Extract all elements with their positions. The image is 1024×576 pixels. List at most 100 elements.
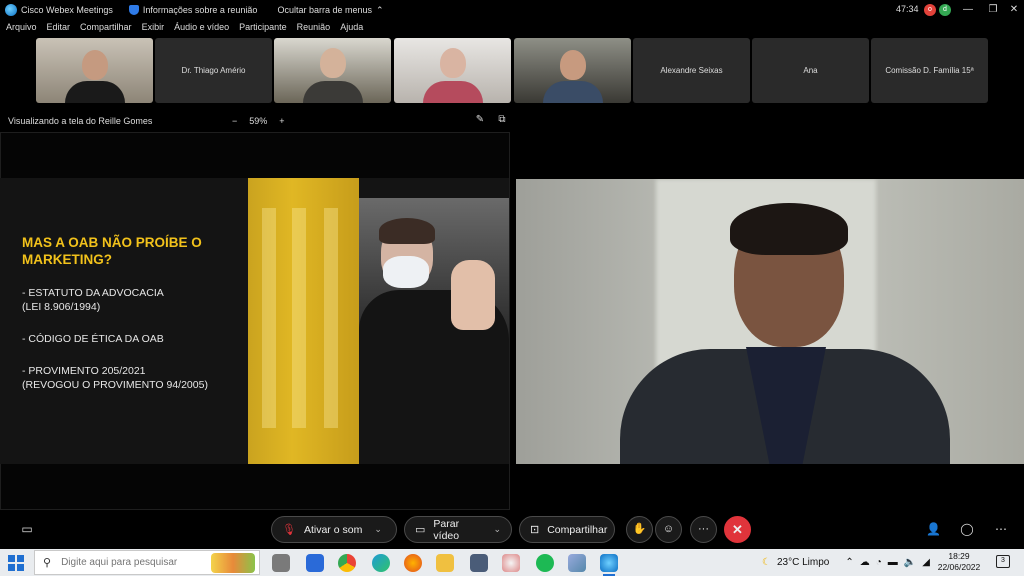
status-badge-d[interactable]: d <box>939 4 951 16</box>
chat-icon[interactable]: ◯ <box>960 522 974 536</box>
participant-name: Alexandre Seixas <box>660 66 723 75</box>
windows-start-icon[interactable] <box>8 555 24 571</box>
battery-icon[interactable]: ▬ <box>888 557 898 568</box>
participant-name: Ana <box>803 66 818 75</box>
chevron-up-icon[interactable]: ⌃ <box>845 557 853 568</box>
settings-app-icon[interactable] <box>272 554 290 572</box>
leave-meeting-button[interactable]: ✕ <box>724 516 751 543</box>
search-highlight-image <box>211 553 255 573</box>
sharing-label: Visualizando a tela do Reille Gomes <box>8 116 153 126</box>
participant-video <box>439 48 466 78</box>
participant-video <box>559 50 586 80</box>
webex-logo-icon <box>5 4 17 16</box>
hide-menu-label: Ocultar barra de menus <box>277 5 372 15</box>
zoom-level: 59% <box>249 116 268 126</box>
participant-tile-8[interactable]: Comissão D. Família 15ª <box>871 38 988 103</box>
network-icon[interactable]: ◢ <box>922 557 930 568</box>
cortana-app-icon[interactable] <box>306 554 324 572</box>
participant-name: Comissão D. Família 15ª <box>885 66 974 75</box>
more-options-button[interactable]: ··· <box>690 516 717 543</box>
stop-hand-image <box>451 260 495 330</box>
share-screen-icon: ⊡ <box>530 524 540 536</box>
calculator-app-icon[interactable] <box>470 554 488 572</box>
zoom-in-button[interactable]: + <box>279 116 284 126</box>
more-icon[interactable]: ⋯ <box>994 522 1008 536</box>
participant-tile-4[interactable] <box>394 38 511 103</box>
active-speaker-video[interactable] <box>516 179 1024 464</box>
slide-bullet-1: - ESTATUTO DA ADVOCACIA (LEI 8.906/1994) <box>22 287 164 313</box>
participant-tile-3[interactable] <box>274 38 391 103</box>
slide-title: MAS A OAB NÃO PROÍBE O MARKETING? <box>22 235 202 267</box>
chevron-down-icon[interactable]: ⌄ <box>374 524 382 535</box>
slide-bullet-3: - PROVIMENTO 205/2021 (REVOGOU O PROVIME… <box>22 365 208 391</box>
search-input[interactable] <box>61 557 202 568</box>
menu-audio-video[interactable]: Áudio e vídeo <box>174 22 229 36</box>
participant-tile-6[interactable]: Alexandre Seixas <box>633 38 750 103</box>
unmute-label: Ativar o som <box>303 523 363 536</box>
notification-icon[interactable]: 3 <box>996 555 1010 568</box>
clock-date: 22/06/2022 <box>937 562 981 572</box>
participant-tile-5[interactable] <box>514 38 631 103</box>
edge-app-icon[interactable] <box>372 554 390 572</box>
menu-bar: Arquivo Editar Compartilhar Exibir Áudio… <box>0 22 367 36</box>
app-icon[interactable] <box>502 554 520 572</box>
shared-slide: MAS A OAB NÃO PROÍBE O MARKETING? - ESTA… <box>0 178 509 464</box>
participant-tile-2[interactable]: Dr. Thiago Amério <box>155 38 272 103</box>
annotate-icon[interactable]: ✎ <box>474 114 486 126</box>
mic-muted-icon: 🎙 <box>282 524 296 536</box>
windows-taskbar: ⚲ ☾ 23°C Limpo ⌃ ☁ ◔ ▬ 🔈 ◢ 18:29 22/06/2… <box>0 549 1024 576</box>
taskbar-clock[interactable]: 18:29 22/06/2022 <box>936 551 982 573</box>
menu-editar[interactable]: Editar <box>47 22 71 36</box>
hide-menu-button[interactable]: Ocultar barra de menus ⌃ <box>277 5 383 16</box>
participant-tile-1[interactable] <box>36 38 153 103</box>
meeting-timer: 47:34 <box>896 4 919 14</box>
chevron-down-icon[interactable]: ⌄ <box>493 524 501 535</box>
menu-ajuda[interactable]: Ajuda <box>340 22 363 36</box>
taskbar-search[interactable]: ⚲ <box>34 550 260 575</box>
status-badge-o[interactable]: o <box>924 4 936 16</box>
participant-video <box>81 50 108 80</box>
stop-video-button[interactable]: ▭ Parar vídeo ⌄ <box>404 516 512 543</box>
app-title: Cisco Webex Meetings <box>21 5 113 15</box>
participant-video <box>319 48 346 78</box>
volume-icon[interactable]: 🔈 <box>904 557 916 568</box>
participant-name: Dr. Thiago Amério <box>181 66 246 75</box>
clock-time: 18:29 <box>948 551 970 561</box>
search-icon: ⚲ <box>43 557 52 569</box>
system-tray: ☾ 23°C Limpo ⌃ ☁ ◔ ▬ 🔈 ◢ <box>762 549 930 576</box>
menu-compartilhar[interactable]: Compartilhar <box>80 22 132 36</box>
menu-arquivo[interactable]: Arquivo <box>6 22 37 36</box>
stop-video-label: Parar vídeo <box>433 517 460 542</box>
menu-participante[interactable]: Participante <box>239 22 287 36</box>
cloud-icon[interactable]: ☁ <box>860 557 870 568</box>
pop-out-icon[interactable]: ⧉ <box>496 114 508 126</box>
chevron-up-icon: ⌃ <box>376 4 384 15</box>
participant-tile-7[interactable]: Ana <box>752 38 869 103</box>
slide-gold-panel <box>248 178 359 464</box>
minimize-icon[interactable]: — <box>958 2 978 18</box>
reactions-button[interactable]: ☺ <box>655 516 682 543</box>
moon-icon[interactable]: ☾ <box>762 557 771 568</box>
participants-icon[interactable]: 👤 <box>926 522 941 536</box>
share-button[interactable]: ⊡ Compartilhar <box>519 516 615 543</box>
zoom-out-button[interactable]: − <box>232 116 237 126</box>
unmute-button[interactable]: 🎙 Ativar o som ⌄ <box>271 516 397 543</box>
chrome-app-icon[interactable] <box>338 554 356 572</box>
camera-icon: ▭ <box>415 524 426 536</box>
weather-status[interactable]: 23°C Limpo <box>777 557 829 568</box>
firefox-app-icon[interactable] <box>404 554 422 572</box>
photos-app-icon[interactable] <box>568 554 586 572</box>
close-icon[interactable]: ✕ <box>1004 2 1024 18</box>
shield-icon[interactable] <box>128 5 139 15</box>
maximize-icon[interactable]: ❐ <box>983 2 1003 18</box>
title-bar: Cisco Webex Meetings Informações sobre a… <box>0 0 1024 20</box>
meeting-info-button[interactable]: Informações sobre a reunião <box>143 5 258 15</box>
menu-reuniao[interactable]: Reunião <box>297 22 331 36</box>
chat-bubble-icon[interactable]: ▭ <box>20 522 34 536</box>
raise-hand-button[interactable]: ✋ <box>626 516 653 543</box>
spotify-app-icon[interactable] <box>536 554 554 572</box>
menu-exibir[interactable]: Exibir <box>142 22 165 36</box>
file-explorer-icon[interactable] <box>436 554 454 572</box>
wifi-icon[interactable]: ◔ <box>876 557 882 568</box>
webex-app-icon[interactable] <box>600 554 618 576</box>
